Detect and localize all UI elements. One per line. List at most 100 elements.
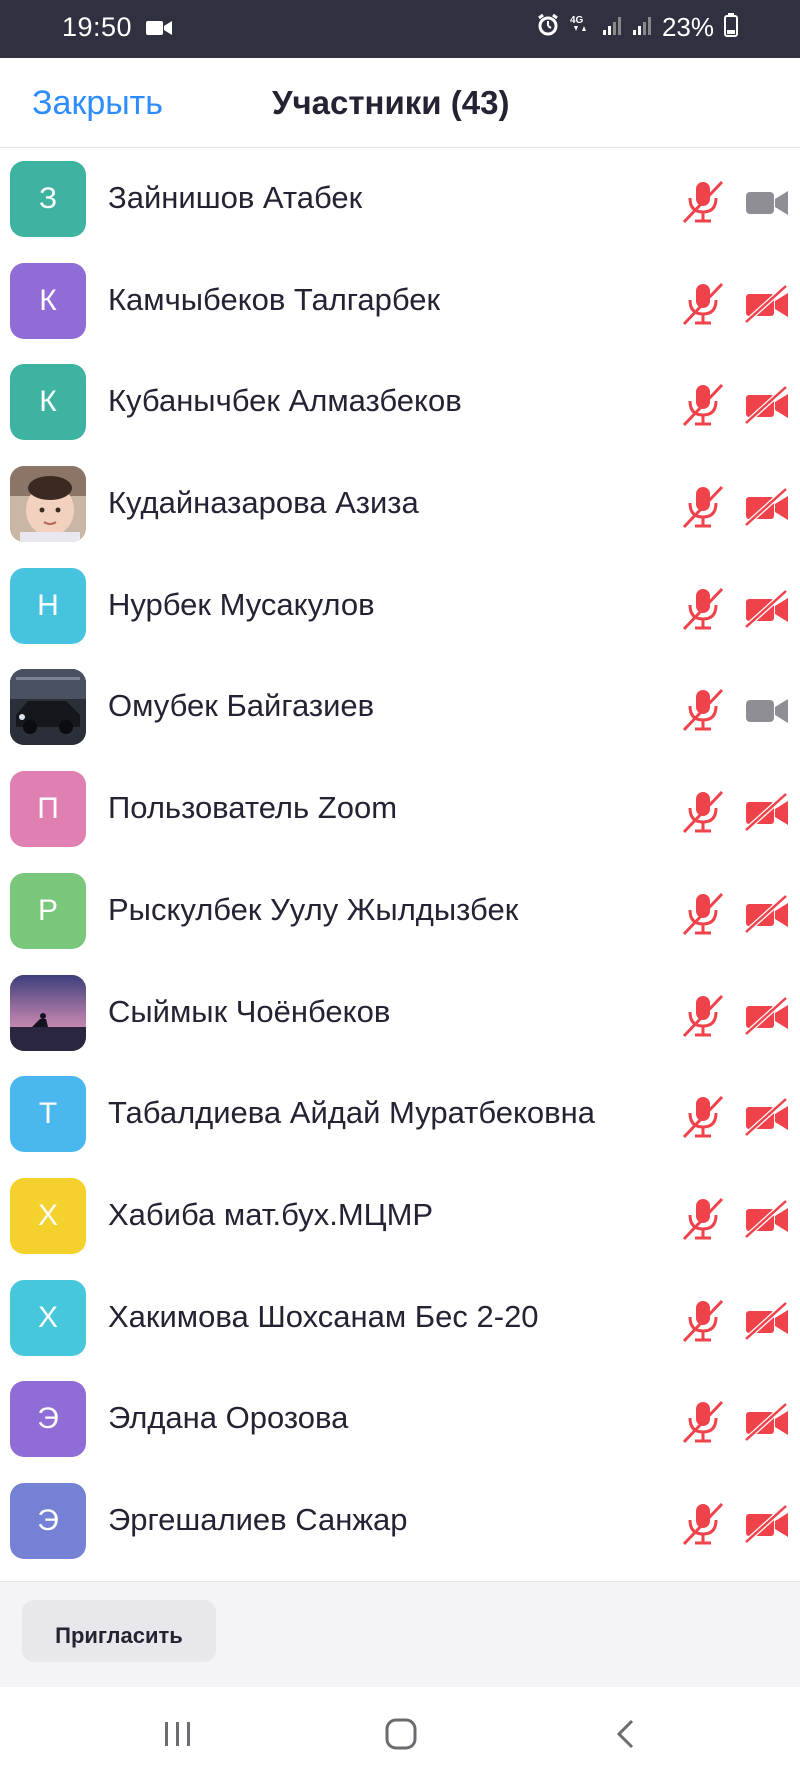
avatar-initial: Х: [37, 1300, 58, 1334]
participant-name: Омубек Байгазиев: [108, 688, 375, 724]
participant-row[interactable]: Р Рыскулбек Уулу Жылдызбек: [0, 860, 800, 962]
signal-icon: [632, 14, 652, 41]
participant-name: Зайнишов Атабек: [108, 180, 363, 215]
avatar-initial: Х: [37, 1198, 58, 1232]
avatar: Н: [10, 567, 86, 644]
avatar: Х: [10, 1279, 86, 1356]
participant-row[interactable]: Х Хабиба мат.бух.МЦМР: [0, 1165, 800, 1267]
avatar: Т: [10, 1076, 86, 1153]
avatar: К: [10, 364, 86, 441]
avatar: [10, 466, 86, 543]
battery-percent: 23%: [661, 12, 714, 42]
video-camera-icon[interactable]: [742, 182, 790, 222]
participant-row[interactable]: Э Эргешалиев Санжар: [0, 1470, 800, 1572]
participant-row[interactable]: К Кубанычбек Алмазбеков: [0, 351, 800, 453]
video-off-icon[interactable]: [742, 385, 790, 426]
video-off-icon[interactable]: [742, 893, 790, 934]
microphone-muted-icon[interactable]: [680, 1398, 726, 1446]
participant-row[interactable]: Э Элдана Орозова: [0, 1368, 800, 1470]
avatar-initial: Э: [37, 1402, 59, 1436]
avatar: Р: [10, 872, 86, 949]
participant-name: Камчыбеков Талгарбек: [108, 281, 441, 317]
video-off-icon[interactable]: [742, 487, 790, 527]
microphone-muted-icon[interactable]: [680, 381, 726, 429]
participant-row[interactable]: Сыймык Чоёнбеков: [0, 962, 800, 1064]
status-time: 19:50: [62, 12, 133, 42]
participant-row[interactable]: Х Хакимова Шохсанам Бес 2-20: [0, 1267, 800, 1369]
microphone-muted-icon[interactable]: [680, 788, 726, 836]
avatar: З: [10, 161, 86, 237]
avatar-initial: К: [39, 385, 57, 419]
avatar-initial: Н: [37, 588, 59, 622]
participant-name: Кудайназарова Азиза: [108, 485, 419, 521]
alarm-icon: [536, 13, 560, 42]
avatar-initial: Т: [38, 1097, 58, 1131]
participant-row[interactable]: З Зайнишов Атабек: [0, 148, 800, 250]
avatar: Э: [10, 1381, 86, 1458]
participant-name: Рыскулбек Уулу Жылдызбек: [108, 891, 519, 927]
invite-button[interactable]: Пригласить: [22, 1600, 216, 1662]
video-off-icon[interactable]: [742, 1504, 790, 1544]
microphone-muted-icon[interactable]: [680, 1297, 726, 1345]
participant-row[interactable]: Омубек Байгазиев: [0, 656, 800, 758]
svg-text:4G: 4G: [570, 15, 584, 26]
video-off-icon[interactable]: [742, 588, 790, 629]
microphone-muted-icon[interactable]: [680, 1500, 726, 1548]
video-off-icon[interactable]: [742, 995, 790, 1036]
avatar-initial: К: [39, 283, 57, 317]
participant-name: Сыймык Чоёнбеков: [108, 993, 391, 1029]
video-off-icon[interactable]: [742, 1300, 790, 1341]
signal-icon: [602, 14, 622, 41]
header: Закрыть Участники (43): [0, 58, 800, 148]
microphone-muted-icon[interactable]: [680, 890, 726, 938]
video-camera-icon[interactable]: [742, 690, 790, 730]
participant-list[interactable]: З Зайнишов Атабек К Камчыбеков Талгарбек К Ку…: [0, 148, 800, 1572]
4g-icon: 4G: [570, 13, 592, 42]
avatar-initial: Э: [37, 1503, 59, 1537]
page-title: Участники (43): [272, 84, 510, 121]
participant-name: Хакимова Шохсанам Бес 2-20: [108, 1298, 539, 1334]
avatar: Э: [10, 1482, 86, 1559]
video-off-icon[interactable]: [742, 1199, 790, 1239]
microphone-muted-icon[interactable]: [680, 178, 726, 226]
microphone-muted-icon[interactable]: [680, 686, 726, 734]
navigation-bar: [0, 1687, 800, 1781]
avatar: П: [10, 771, 86, 848]
video-camera-icon: [146, 19, 172, 42]
participant-name: Нурбек Мусакулов: [108, 586, 375, 622]
participant-name: Кубанычбек Алмазбеков: [108, 383, 462, 419]
participant-name: Пользователь Zoom: [108, 790, 398, 826]
video-off-icon[interactable]: [742, 1097, 790, 1138]
microphone-muted-icon[interactable]: [680, 1093, 726, 1141]
avatar-initial: Р: [37, 893, 58, 927]
participant-name: Эргешалиев Санжар: [108, 1501, 408, 1537]
participant-name: Табалдиева Айдай Муратбековна: [108, 1095, 595, 1131]
microphone-muted-icon[interactable]: [680, 1195, 726, 1243]
avatar: Х: [10, 1177, 86, 1254]
status-bar: 19:50 4G 23%: [0, 0, 800, 58]
recents-icon[interactable]: [162, 1719, 194, 1754]
avatar: [10, 974, 86, 1051]
video-off-icon[interactable]: [742, 1402, 790, 1443]
avatar: [10, 669, 86, 746]
microphone-muted-icon[interactable]: [680, 280, 726, 328]
microphone-muted-icon[interactable]: [680, 483, 726, 531]
video-off-icon[interactable]: [742, 283, 790, 324]
participant-row[interactable]: Кудайназарова Азиза: [0, 453, 800, 555]
participant-row[interactable]: К Камчыбеков Талгарбек: [0, 250, 800, 352]
avatar-initial: П: [37, 792, 59, 826]
participant-name: Элдана Орозова: [108, 1400, 349, 1436]
status-indicators: 4G 23%: [536, 12, 738, 43]
microphone-muted-icon[interactable]: [680, 585, 726, 633]
close-button[interactable]: Закрыть: [32, 84, 163, 123]
battery-icon: [724, 13, 738, 42]
participant-row[interactable]: Т Табалдиева Айдай Муратбековна: [0, 1063, 800, 1165]
avatar: К: [10, 262, 86, 339]
participant-row[interactable]: П Пользователь Zoom: [0, 758, 800, 860]
home-icon[interactable]: [384, 1717, 418, 1756]
video-off-icon[interactable]: [742, 792, 790, 832]
participant-name: Хабиба мат.бух.МЦМР: [108, 1196, 434, 1232]
microphone-muted-icon[interactable]: [680, 992, 726, 1040]
back-icon[interactable]: [612, 1717, 638, 1756]
participant-row[interactable]: Н Нурбек Мусакулов: [0, 555, 800, 657]
